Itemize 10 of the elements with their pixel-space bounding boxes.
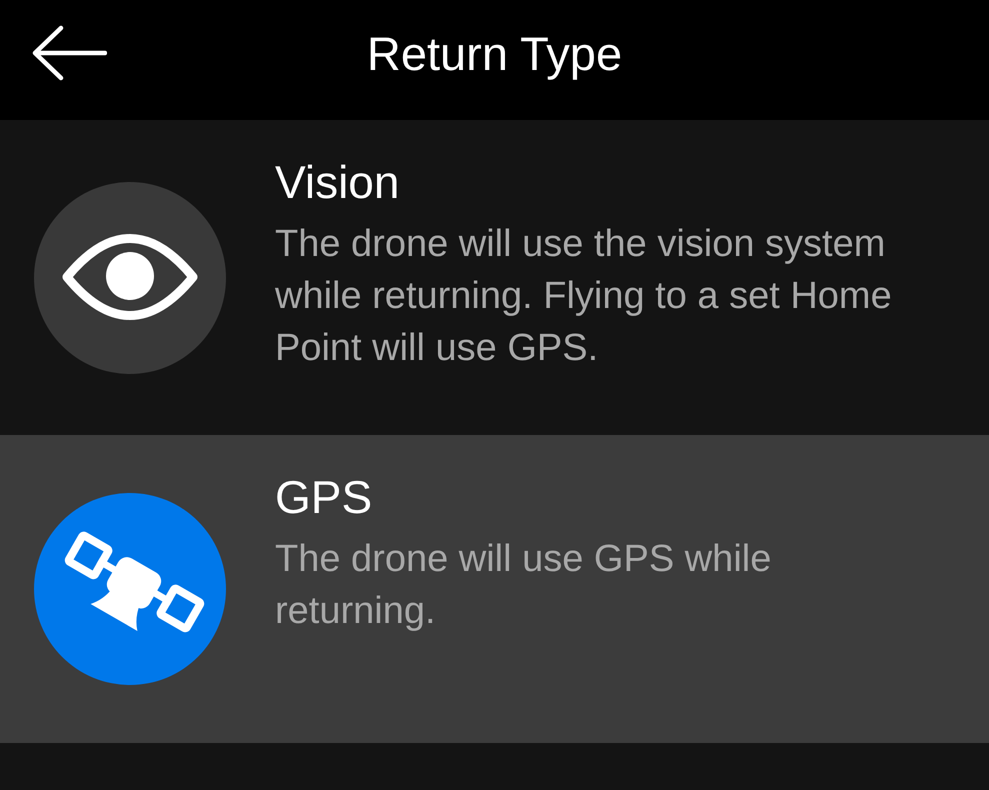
- return-option[interactable]: GPS The drone will use GPS while returning.: [0, 435, 989, 743]
- option-description: The drone will use GPS while returning.: [275, 537, 772, 634]
- back-arrow-icon: [32, 25, 107, 81]
- option-title: GPS: [275, 470, 374, 525]
- back-button[interactable]: [32, 25, 107, 81]
- option-description: The drone will use the vision system while returning. Flying to a set Home Point will use GPS.: [275, 222, 893, 371]
- satellite-icon: [34, 493, 226, 685]
- eye-icon: [34, 182, 226, 374]
- option-title: Vision: [275, 155, 400, 210]
- page-title: Return Type: [366, 26, 622, 80]
